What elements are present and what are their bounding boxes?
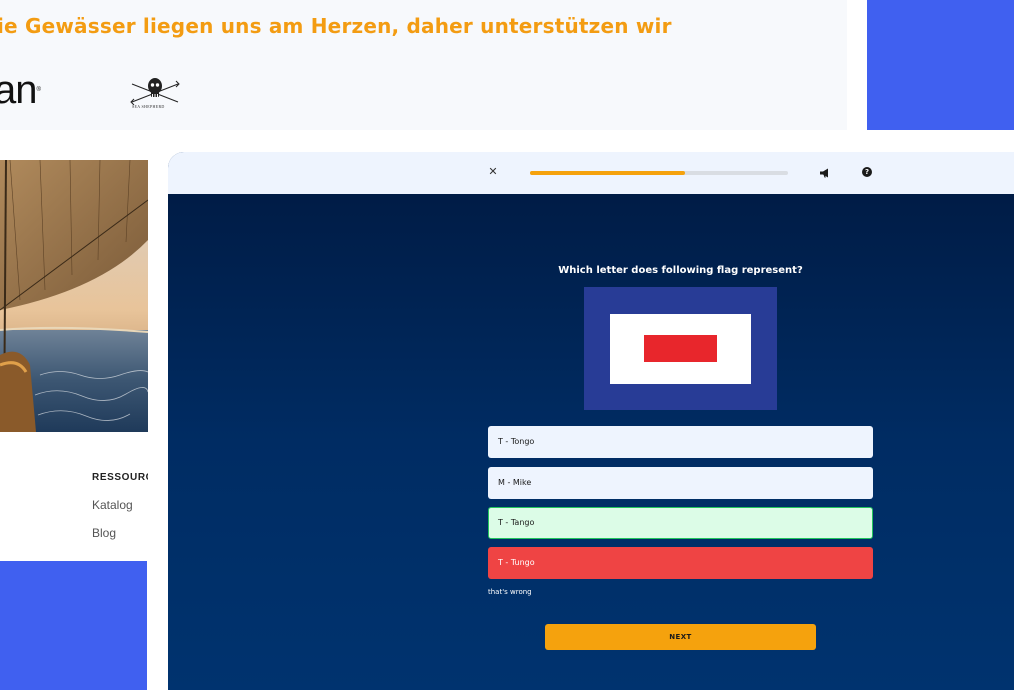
flag-center: [644, 335, 717, 362]
registered-mark: ®: [36, 87, 42, 93]
decorative-blue-block: [867, 0, 1014, 130]
answer-option-tango[interactable]: T - Tango: [488, 507, 873, 539]
website-headline: ie Gewässer liegen uns am Herzen, daher …: [0, 14, 672, 38]
screenshot-stage: ie Gewässer liegen uns am Herzen, daher …: [0, 0, 1014, 690]
megaphone-icon[interactable]: [819, 167, 831, 179]
help-icon[interactable]: ?: [862, 167, 872, 177]
resources-heading: RESSOURC: [92, 472, 148, 483]
quiz-topbar: ✕ ?: [168, 152, 1014, 194]
answer-option-mike[interactable]: M - Mike: [488, 467, 873, 499]
answer-feedback: that's wrong: [488, 588, 532, 596]
answer-option-tongo[interactable]: T - Tongo: [488, 426, 873, 458]
next-button[interactable]: NEXT: [545, 624, 816, 650]
seal-caption: SEA SHEPHERD: [132, 104, 165, 109]
close-icon[interactable]: ✕: [486, 165, 500, 179]
question-text: Which letter does following flag represe…: [558, 265, 803, 276]
quiz-progress-bar: [530, 171, 788, 175]
quiz-progress-fill: [530, 171, 685, 175]
resources-link-katalog[interactable]: Katalog: [92, 498, 133, 512]
partner-logo: an®: [0, 68, 42, 112]
quiz-area: Which letter does following flag represe…: [168, 194, 1014, 690]
resources-link-blog[interactable]: Blog: [92, 526, 116, 540]
partner-logo-text: an: [0, 68, 37, 112]
quiz-app-window: ✕ ? Which letter does following flag rep…: [168, 152, 1014, 690]
sailboat-photo: [0, 160, 148, 432]
signal-flag-image: [584, 287, 777, 410]
decorative-blue-block: [0, 561, 147, 690]
answer-option-tungo[interactable]: T - Tungo: [488, 547, 873, 579]
